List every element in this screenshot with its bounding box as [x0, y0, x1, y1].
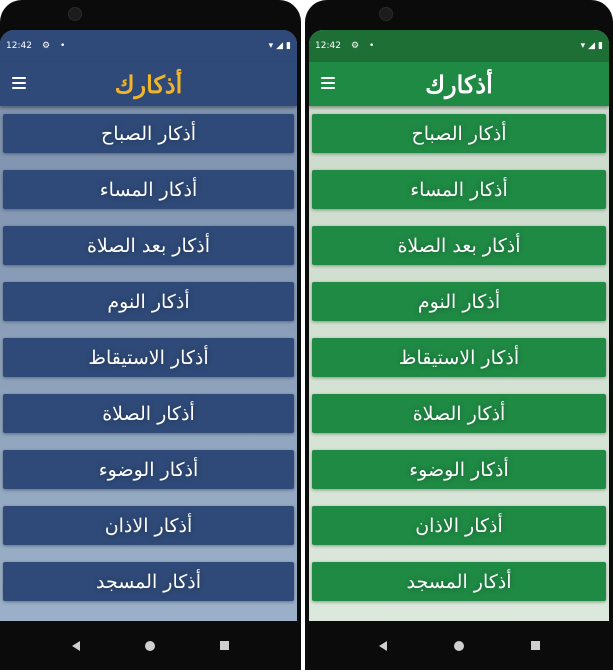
home-icon[interactable]: [144, 640, 155, 651]
battery-icon: ▮: [598, 41, 603, 51]
phone-green-theme: 12:42 ⚙ • ▾ ◢ ▮ أذكارك أذكار الصباح أذكا…: [305, 0, 613, 670]
adhkar-prayer-button[interactable]: أذكار الصلاة: [312, 394, 606, 433]
adhkar-list: أذكار الصباح أذكار المساء أذكار بعد الصل…: [0, 106, 297, 601]
button-label: أذكار الاذان: [104, 514, 193, 537]
adhkar-adhan-button[interactable]: أذكار الاذان: [312, 506, 606, 545]
signal-icon: ◢: [588, 41, 596, 51]
app-bar: أذكارك: [0, 62, 297, 106]
signal-icon: ◢: [276, 41, 284, 51]
adhkar-ablution-button[interactable]: أذكار الوضوء: [3, 450, 294, 489]
adhkar-sleep-button[interactable]: أذكار النوم: [312, 282, 606, 321]
screen: 12:42 ⚙ • ▾ ◢ ▮ أذكارك أذكار الصباح أذكا…: [0, 30, 297, 621]
adhkar-ablution-button[interactable]: أذكار الوضوء: [312, 450, 606, 489]
adhkar-after-prayer-button[interactable]: أذكار بعد الصلاة: [312, 226, 606, 265]
button-label: أذكار الصلاة: [412, 402, 506, 425]
button-label: أذكار الصباح: [100, 122, 197, 145]
adhkar-adhan-button[interactable]: أذكار الاذان: [3, 506, 294, 545]
app-title: أذكارك: [425, 69, 493, 99]
adhkar-mosque-button[interactable]: أذكار المسجد: [3, 562, 294, 601]
button-label: أذكار الاستيقاظ: [88, 346, 209, 369]
camera-icon: [379, 7, 393, 21]
battery-icon: ▮: [286, 41, 291, 51]
button-label: أذكار الاذان: [415, 514, 503, 537]
status-icons: ▾ ◢ ▮: [581, 41, 603, 51]
camera-icon: [68, 7, 82, 21]
adhkar-evening-button[interactable]: أذكار المساء: [3, 170, 294, 209]
button-label: أذكار الصلاة: [102, 402, 195, 425]
button-label: أذكار الاستيقاظ: [398, 346, 520, 369]
button-label: أذكار المسجد: [406, 570, 512, 593]
app-title: أذكارك: [114, 69, 183, 99]
wifi-icon: ▾: [580, 41, 586, 51]
status-bar: 12:42 ⚙ • ▾ ◢ ▮: [309, 30, 609, 62]
button-label: أذكار المساء: [99, 178, 198, 201]
hamburger-menu-icon[interactable]: [12, 77, 26, 91]
adhkar-list: أذكار الصباح أذكار المساء أذكار بعد الصل…: [309, 106, 609, 601]
adhkar-sleep-button[interactable]: أذكار النوم: [3, 282, 294, 321]
status-bar: 12:42 ⚙ • ▾ ◢ ▮: [0, 30, 297, 62]
hamburger-menu-icon[interactable]: [321, 77, 335, 91]
button-label: أذكار الوضوء: [409, 458, 509, 481]
settings-gear-icon: ⚙: [350, 41, 360, 51]
phone-blue-theme: 12:42 ⚙ • ▾ ◢ ▮ أذكارك أذكار الصباح أذكا…: [0, 0, 301, 670]
wifi-icon: ▾: [268, 41, 274, 51]
status-time: 12:42: [6, 41, 32, 51]
recents-icon[interactable]: [530, 641, 540, 650]
button-label: أذكار النوم: [417, 290, 501, 313]
screen: 12:42 ⚙ • ▾ ◢ ▮ أذكارك أذكار الصباح أذكا…: [309, 30, 609, 621]
settings-gear-icon: ⚙: [41, 41, 51, 51]
status-icons: ▾ ◢ ▮: [269, 41, 291, 51]
dot-icon: •: [369, 41, 375, 51]
back-icon[interactable]: [72, 640, 81, 651]
status-time: 12:42: [315, 41, 341, 51]
navigation-bar: [305, 621, 613, 670]
adhkar-after-prayer-button[interactable]: أذكار بعد الصلاة: [3, 226, 294, 265]
dot-icon: •: [60, 41, 66, 51]
button-label: أذكار المسجد: [95, 570, 202, 593]
adhkar-morning-button[interactable]: أذكار الصباح: [312, 114, 606, 153]
button-label: أذكار النوم: [107, 290, 190, 313]
adhkar-waking-button[interactable]: أذكار الاستيقاظ: [312, 338, 606, 377]
app-bar: أذكارك: [309, 62, 609, 106]
adhkar-waking-button[interactable]: أذكار الاستيقاظ: [3, 338, 294, 377]
recents-icon[interactable]: [219, 641, 229, 650]
adhkar-evening-button[interactable]: أذكار المساء: [312, 170, 606, 209]
button-label: أذكار الصباح: [411, 122, 507, 145]
button-label: أذكار بعد الصلاة: [397, 234, 521, 257]
adhkar-morning-button[interactable]: أذكار الصباح: [3, 114, 294, 153]
button-label: أذكار المساء: [410, 178, 508, 201]
adhkar-mosque-button[interactable]: أذكار المسجد: [312, 562, 606, 601]
button-label: أذكار الوضوء: [98, 458, 199, 481]
back-icon[interactable]: [378, 640, 387, 651]
navigation-bar: [0, 621, 301, 670]
adhkar-prayer-button[interactable]: أذكار الصلاة: [3, 394, 294, 433]
button-label: أذكار بعد الصلاة: [86, 234, 211, 257]
home-icon[interactable]: [453, 640, 464, 651]
